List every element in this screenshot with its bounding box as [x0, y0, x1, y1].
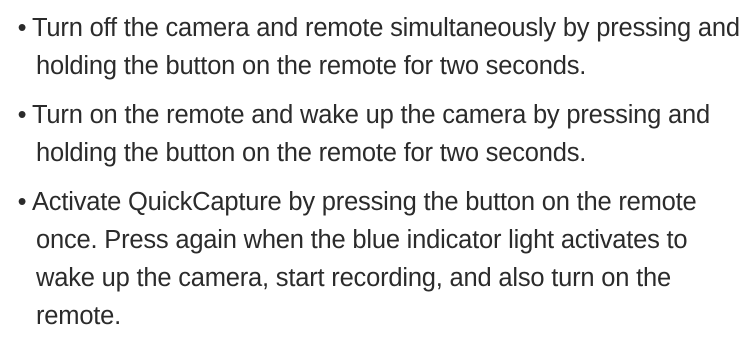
document-page: { "instructions": { "bullet_symbol": "•"…	[0, 0, 750, 358]
instruction-text: Activate QuickCapture by pressing the bu…	[32, 188, 697, 330]
instruction-bullet-list: • Turn off the camera and remote simulta…	[0, 0, 750, 335]
instruction-text: Turn on the remote and wake up the camer…	[32, 101, 710, 167]
bullet-marker: •	[17, 14, 27, 42]
bullet-marker: •	[17, 101, 27, 129]
instruction-item-turn-off: • Turn off the camera and remote simulta…	[0, 0, 750, 85]
instruction-item-quickcapture: • Activate QuickCapture by pressing the …	[0, 183, 750, 335]
instruction-text: Turn off the camera and remote simultane…	[32, 14, 740, 80]
bullet-marker: •	[17, 188, 27, 216]
instruction-item-turn-on: • Turn on the remote and wake up the cam…	[0, 96, 750, 172]
